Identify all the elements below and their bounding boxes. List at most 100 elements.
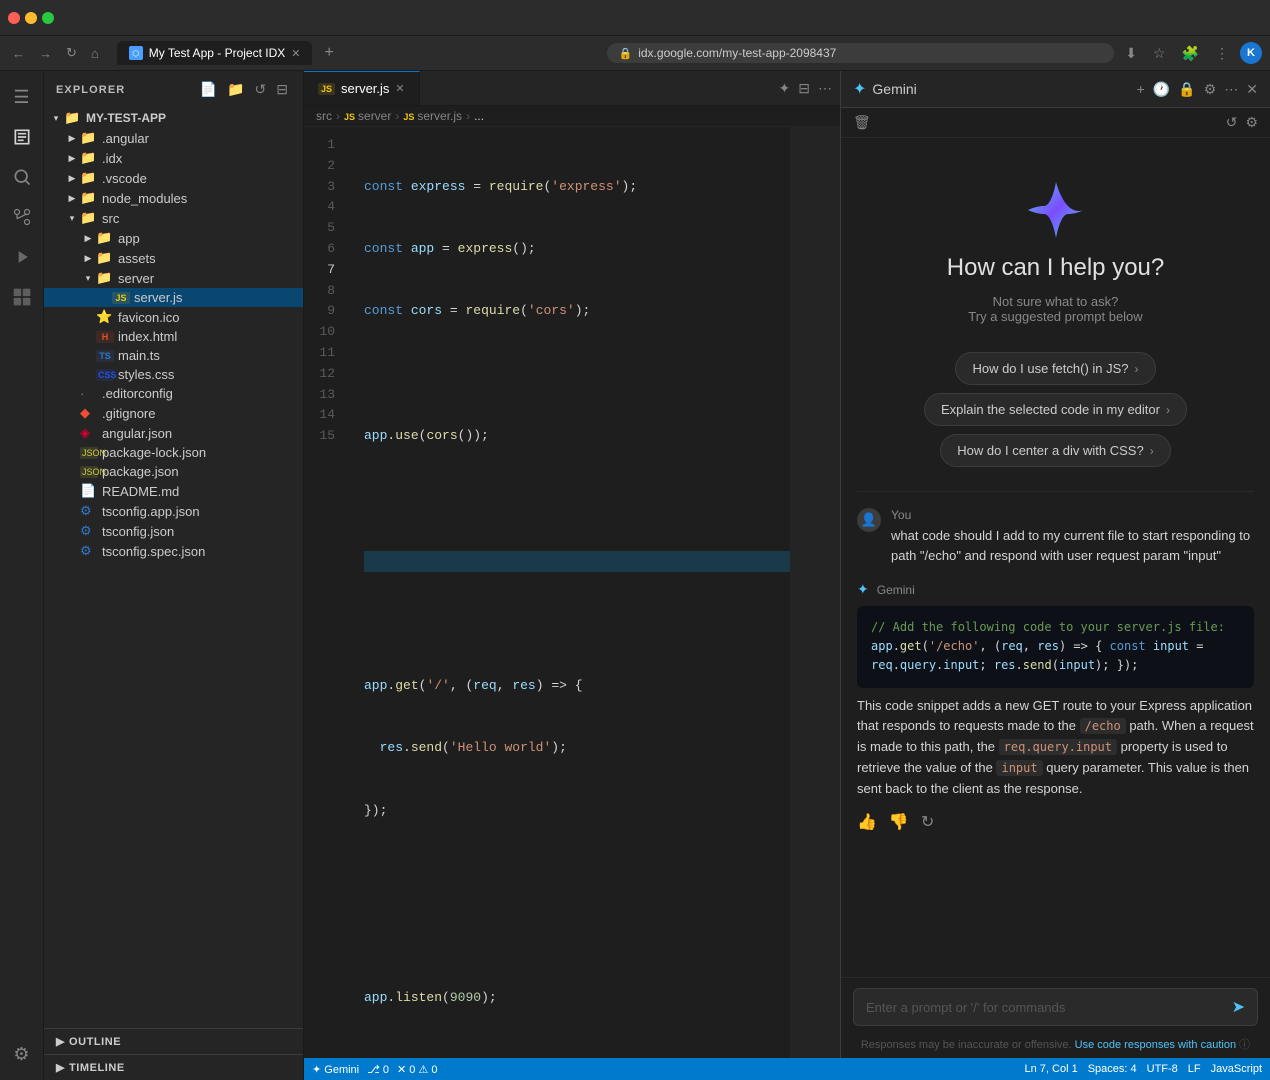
gemini-close-btn[interactable]: ✕ [1246, 81, 1258, 98]
timeline-arrow: ▶ [56, 1061, 65, 1074]
gemini-more-btn[interactable]: ⋯ [1224, 81, 1238, 98]
collapse-all-btn[interactable]: ⊟ [273, 79, 291, 100]
split-view-btn[interactable]: ⊟ [798, 80, 810, 97]
thumbs-up-btn[interactable]: 👍 [857, 812, 877, 832]
folder-src[interactable]: ▾ 📁 src [44, 208, 303, 228]
file-tsconfig[interactable]: ⚙ tsconfig.json [44, 521, 303, 541]
status-errors[interactable]: ✕ 0 ⚠ 0 [397, 1063, 437, 1076]
menu-toggle-icon[interactable]: ☰ [4, 79, 40, 115]
gemini-toolbar-settings-btn[interactable]: ⚙ [1245, 114, 1258, 131]
bookmark-icon[interactable]: ☆ [1148, 42, 1171, 65]
menu-icon[interactable]: ⋮ [1210, 42, 1234, 65]
address-bar[interactable]: 🔒 idx.google.com/my-test-app-2098437 [607, 43, 1115, 63]
new-file-btn[interactable]: 📄 [197, 79, 220, 100]
status-encoding[interactable]: UTF-8 [1147, 1063, 1178, 1075]
run-debug-icon[interactable] [4, 239, 40, 275]
inline-code-echo: /echo [1080, 718, 1126, 734]
file-angular-json[interactable]: ◈ angular.json [44, 423, 303, 443]
file-gitignore[interactable]: ◆ .gitignore [44, 403, 303, 423]
source-control-icon[interactable] [4, 199, 40, 235]
file-package-lock[interactable]: JSON package-lock.json [44, 443, 303, 462]
new-tab-btn[interactable]: + [316, 40, 341, 66]
ln-8: 8 [304, 281, 347, 302]
extensions-sidebar-icon[interactable] [4, 279, 40, 315]
status-line-col[interactable]: Ln 7, Col 1 [1025, 1063, 1078, 1075]
file-package-json[interactable]: JSON package.json [44, 462, 303, 481]
forward-btn[interactable]: → [35, 44, 56, 63]
gemini-input-field[interactable] [866, 1000, 1224, 1015]
breadcrumb-src[interactable]: src [316, 109, 332, 123]
suggestion-fetch-btn[interactable]: How do I use fetch() in JS? › [955, 352, 1155, 385]
gitignore-label: .gitignore [102, 406, 303, 421]
tab-close-icon[interactable]: ✕ [395, 82, 404, 95]
footer-link[interactable]: Use code responses with caution [1075, 1039, 1236, 1051]
suggestion-center-btn[interactable]: How do I center a div with CSS? › [940, 434, 1170, 467]
gemini-history-btn[interactable]: 🕐 [1153, 81, 1170, 98]
new-folder-btn[interactable]: 📁 [224, 79, 247, 100]
code-content[interactable]: const express = require('express'); cons… [348, 127, 790, 1058]
reload-btn[interactable]: ↻ [62, 43, 81, 63]
close-dot[interactable] [8, 12, 20, 24]
gemini-toolbar-delete-btn[interactable]: 🗑 [853, 114, 871, 131]
folder-vscode[interactable]: ▶ 📁 .vscode [44, 168, 303, 188]
code-editor[interactable]: 1 2 3 4 5 6 7 8 9 10 11 12 13 14 [304, 127, 840, 1058]
code-line-8 [364, 613, 790, 634]
minimize-dot[interactable] [25, 12, 37, 24]
root-icon: 📁 [64, 110, 82, 126]
downloads-icon[interactable]: ⬇ [1120, 42, 1142, 65]
folder-node-modules[interactable]: ▶ 📁 node_modules [44, 188, 303, 208]
thumbs-down-btn[interactable]: 👎 [889, 812, 909, 832]
file-tsconfig-app[interactable]: ⚙ tsconfig.app.json [44, 501, 303, 521]
browser-tab-active[interactable]: ⬡ My Test App - Project IDX ✕ [117, 41, 313, 65]
profile-btn[interactable]: K [1240, 42, 1262, 64]
file-editorconfig[interactable]: · .editorconfig [44, 384, 303, 403]
code-line-14: app.listen(9090); [364, 988, 790, 1009]
gemini-send-btn[interactable]: ➤ [1232, 997, 1245, 1017]
breadcrumb-serverjs[interactable]: JSserver.js [403, 109, 462, 123]
outline-panel[interactable]: ▶ OUTLINE [44, 1028, 303, 1054]
file-styles-css[interactable]: CSS styles.css [44, 365, 303, 384]
retry-btn[interactable]: ↻ [921, 812, 934, 832]
project-root[interactable]: ▾ 📁 MY-TEST-APP [44, 108, 303, 128]
search-icon[interactable] [4, 159, 40, 195]
maximize-dot[interactable] [42, 12, 54, 24]
split-editor-btn[interactable]: ✦ [779, 80, 791, 97]
status-git[interactable]: ⎇ 0 [367, 1063, 389, 1076]
extensions-icon[interactable]: 🧩 [1177, 42, 1204, 65]
idx-icon: 📁 [80, 150, 98, 166]
status-language[interactable]: JavaScript [1211, 1063, 1262, 1075]
file-tsconfig-spec[interactable]: ⚙ tsconfig.spec.json [44, 541, 303, 561]
file-index-html[interactable]: H index.html [44, 327, 303, 346]
sep3: › [466, 109, 470, 123]
tab-close-btn[interactable]: ✕ [291, 47, 300, 60]
settings-icon[interactable]: ⚙ [4, 1036, 40, 1072]
folder-assets[interactable]: ▶ 📁 assets [44, 248, 303, 268]
folder-app[interactable]: ▶ 📁 app [44, 228, 303, 248]
file-favicon[interactable]: ⭐ favicon.ico [44, 307, 303, 327]
back-btn[interactable]: ← [8, 44, 29, 63]
suggestion-explain-btn[interactable]: Explain the selected code in my editor › [924, 393, 1187, 426]
file-readme[interactable]: 📄 README.md [44, 481, 303, 501]
status-gemini[interactable]: ✦ Gemini [312, 1063, 359, 1076]
more-actions-btn[interactable]: ⋯ [818, 80, 832, 97]
timeline-panel[interactable]: ▶ TIMELINE [44, 1054, 303, 1080]
gemini-new-chat-btn[interactable]: + [1137, 81, 1145, 97]
refresh-btn[interactable]: ↺ [252, 79, 270, 100]
gemini-settings-btn[interactable]: ⚙ [1204, 81, 1217, 98]
file-server-js[interactable]: JS server.js [44, 288, 303, 307]
folder-server[interactable]: ▾ 📁 server [44, 268, 303, 288]
minimap [790, 127, 840, 1058]
home-btn[interactable]: ⌂ [87, 44, 103, 63]
tab-favicon: ⬡ [129, 46, 143, 60]
file-main-ts[interactable]: TS main.ts [44, 346, 303, 365]
main-ts-label: main.ts [118, 348, 303, 363]
breadcrumb-dots[interactable]: ... [474, 109, 484, 123]
folder-angular[interactable]: ▶ 📁 .angular [44, 128, 303, 148]
gemini-toolbar-refresh-btn[interactable]: ↺ [1226, 114, 1238, 131]
status-eol[interactable]: LF [1188, 1063, 1201, 1075]
folder-idx[interactable]: ▶ 📁 .idx [44, 148, 303, 168]
explorer-icon[interactable] [4, 119, 40, 155]
editor-tab-server-js[interactable]: JS server.js ✕ [304, 71, 420, 105]
breadcrumb-server[interactable]: JSserver [344, 109, 391, 123]
status-spaces[interactable]: Spaces: 4 [1088, 1063, 1137, 1075]
